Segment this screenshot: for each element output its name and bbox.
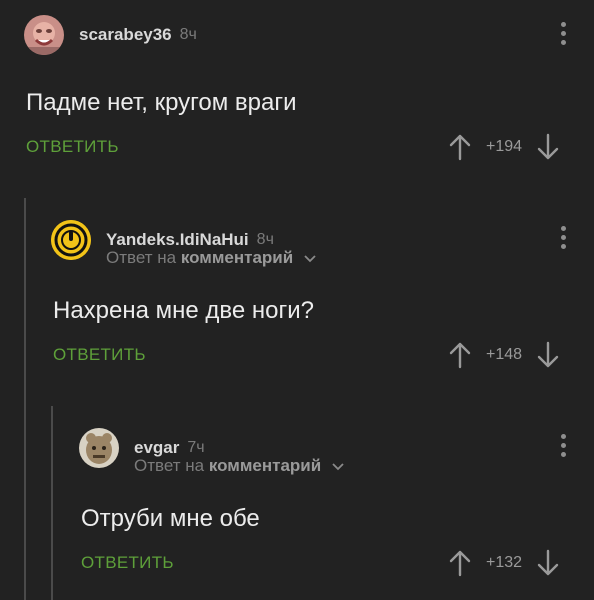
upvote-icon[interactable]	[448, 133, 472, 161]
comment-text: Отруби мне обе	[81, 505, 260, 532]
reply-button[interactable]: ОТВЕТИТЬ	[81, 553, 174, 573]
upvote-icon[interactable]	[448, 549, 472, 577]
more-icon[interactable]	[558, 434, 568, 460]
timestamp: 8ч	[256, 231, 274, 248]
more-icon[interactable]	[558, 22, 568, 48]
comment-text: Нахрена мне две ноги?	[53, 297, 315, 324]
downvote-icon[interactable]	[536, 341, 560, 369]
rating-count: +132	[486, 554, 523, 571]
username[interactable]: evgar	[134, 438, 179, 458]
thread-line-level-1	[24, 198, 26, 600]
upvote-icon[interactable]	[448, 341, 472, 369]
reply-to-link[interactable]: комментарий	[209, 456, 321, 475]
timestamp: 7ч	[187, 439, 205, 456]
comment-header: scarabey36 8ч	[24, 15, 197, 55]
reply-button[interactable]: ОТВЕТИТЬ	[53, 345, 146, 365]
avatar[interactable]	[24, 15, 64, 55]
reply-button[interactable]: ОТВЕТИТЬ	[26, 137, 119, 157]
reply-to-prefix: Ответ на	[134, 456, 205, 475]
rating-count: +148	[486, 346, 523, 363]
rating-count: +194	[486, 138, 523, 155]
chevron-down-icon[interactable]	[304, 255, 316, 263]
avatar[interactable]	[79, 428, 119, 468]
downvote-icon[interactable]	[536, 549, 560, 577]
chevron-down-icon[interactable]	[332, 463, 344, 471]
comment-text: Падме нет, кругом враги	[26, 89, 297, 116]
reply-to-line: Ответ на комментарий	[106, 248, 316, 268]
reply-to-line: Ответ на комментарий	[134, 456, 344, 476]
avatar[interactable]	[51, 220, 91, 260]
thread-line-level-2	[51, 406, 53, 600]
username[interactable]: scarabey36	[79, 25, 172, 45]
downvote-icon[interactable]	[536, 133, 560, 161]
username[interactable]: Yandeks.IdiNaHui	[106, 230, 249, 250]
reply-to-prefix: Ответ на	[106, 248, 177, 267]
vote-controls: +194	[448, 133, 560, 161]
more-icon[interactable]	[558, 226, 568, 252]
reply-to-link[interactable]: комментарий	[181, 248, 293, 267]
timestamp: 8ч	[179, 26, 197, 43]
vote-controls: +132	[448, 549, 560, 577]
vote-controls: +148	[448, 341, 560, 369]
